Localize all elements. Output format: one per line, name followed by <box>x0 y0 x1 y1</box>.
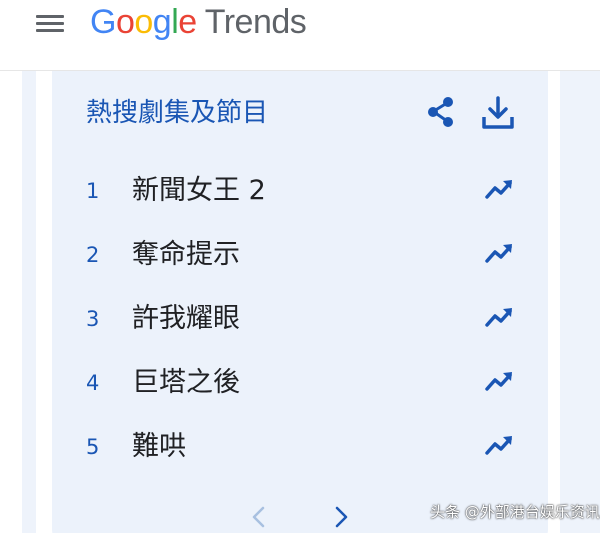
list-item[interactable]: 5 難哄 <box>52 419 548 475</box>
show-name[interactable]: 奪命提示 <box>132 235 240 275</box>
chevron-left-icon[interactable] <box>250 505 268 529</box>
rank-number: 2 <box>86 243 100 267</box>
card-title: 熱搜劇集及節目 <box>86 98 269 128</box>
app-header: Google Trends <box>0 0 600 71</box>
menu-icon[interactable] <box>36 12 64 36</box>
show-name[interactable]: 難哄 <box>132 427 186 467</box>
list-item[interactable]: 4 巨塔之後 <box>52 355 548 411</box>
previous-card-edge <box>22 71 36 533</box>
trending-up-icon[interactable] <box>484 369 514 393</box>
list-item[interactable]: 3 許我耀眼 <box>52 291 548 347</box>
trending-shows-card: 熱搜劇集及節目 1 新聞女王 2 2 奪命提示 3 許我耀眼 4 巨塔之後 5 … <box>52 71 548 533</box>
trending-up-icon[interactable] <box>484 177 514 201</box>
rank-number: 3 <box>86 307 100 331</box>
trending-up-icon[interactable] <box>484 241 514 265</box>
watermark: 头条 @外部港台娱乐资讯 <box>430 503 600 521</box>
trending-up-icon[interactable] <box>484 433 514 457</box>
chevron-right-icon[interactable] <box>332 505 350 529</box>
trending-up-icon[interactable] <box>484 305 514 329</box>
list-item[interactable]: 1 新聞女王 2 <box>52 163 548 219</box>
logo-letter: g <box>152 3 172 41</box>
logo-letter: G <box>90 3 116 41</box>
logo-letter: o <box>115 3 135 41</box>
show-name[interactable]: 許我耀眼 <box>132 299 240 339</box>
rank-number: 5 <box>86 435 100 459</box>
logo-product-name: Trends <box>204 3 307 41</box>
google-trends-logo[interactable]: Google Trends <box>90 0 307 44</box>
logo-letter: e <box>178 3 197 41</box>
rank-number: 4 <box>86 371 100 395</box>
next-card-edge <box>560 71 600 533</box>
page: Google Trends 熱搜劇集及節目 1 新聞女王 2 2 奪命提示 3 … <box>0 0 600 533</box>
logo-letter: o <box>134 3 153 41</box>
show-name[interactable]: 新聞女王 2 <box>132 171 266 211</box>
rank-number: 1 <box>86 179 100 203</box>
download-icon[interactable] <box>480 95 516 131</box>
show-name[interactable]: 巨塔之後 <box>132 363 240 403</box>
list-item[interactable]: 2 奪命提示 <box>52 227 548 283</box>
share-icon[interactable] <box>424 95 458 129</box>
